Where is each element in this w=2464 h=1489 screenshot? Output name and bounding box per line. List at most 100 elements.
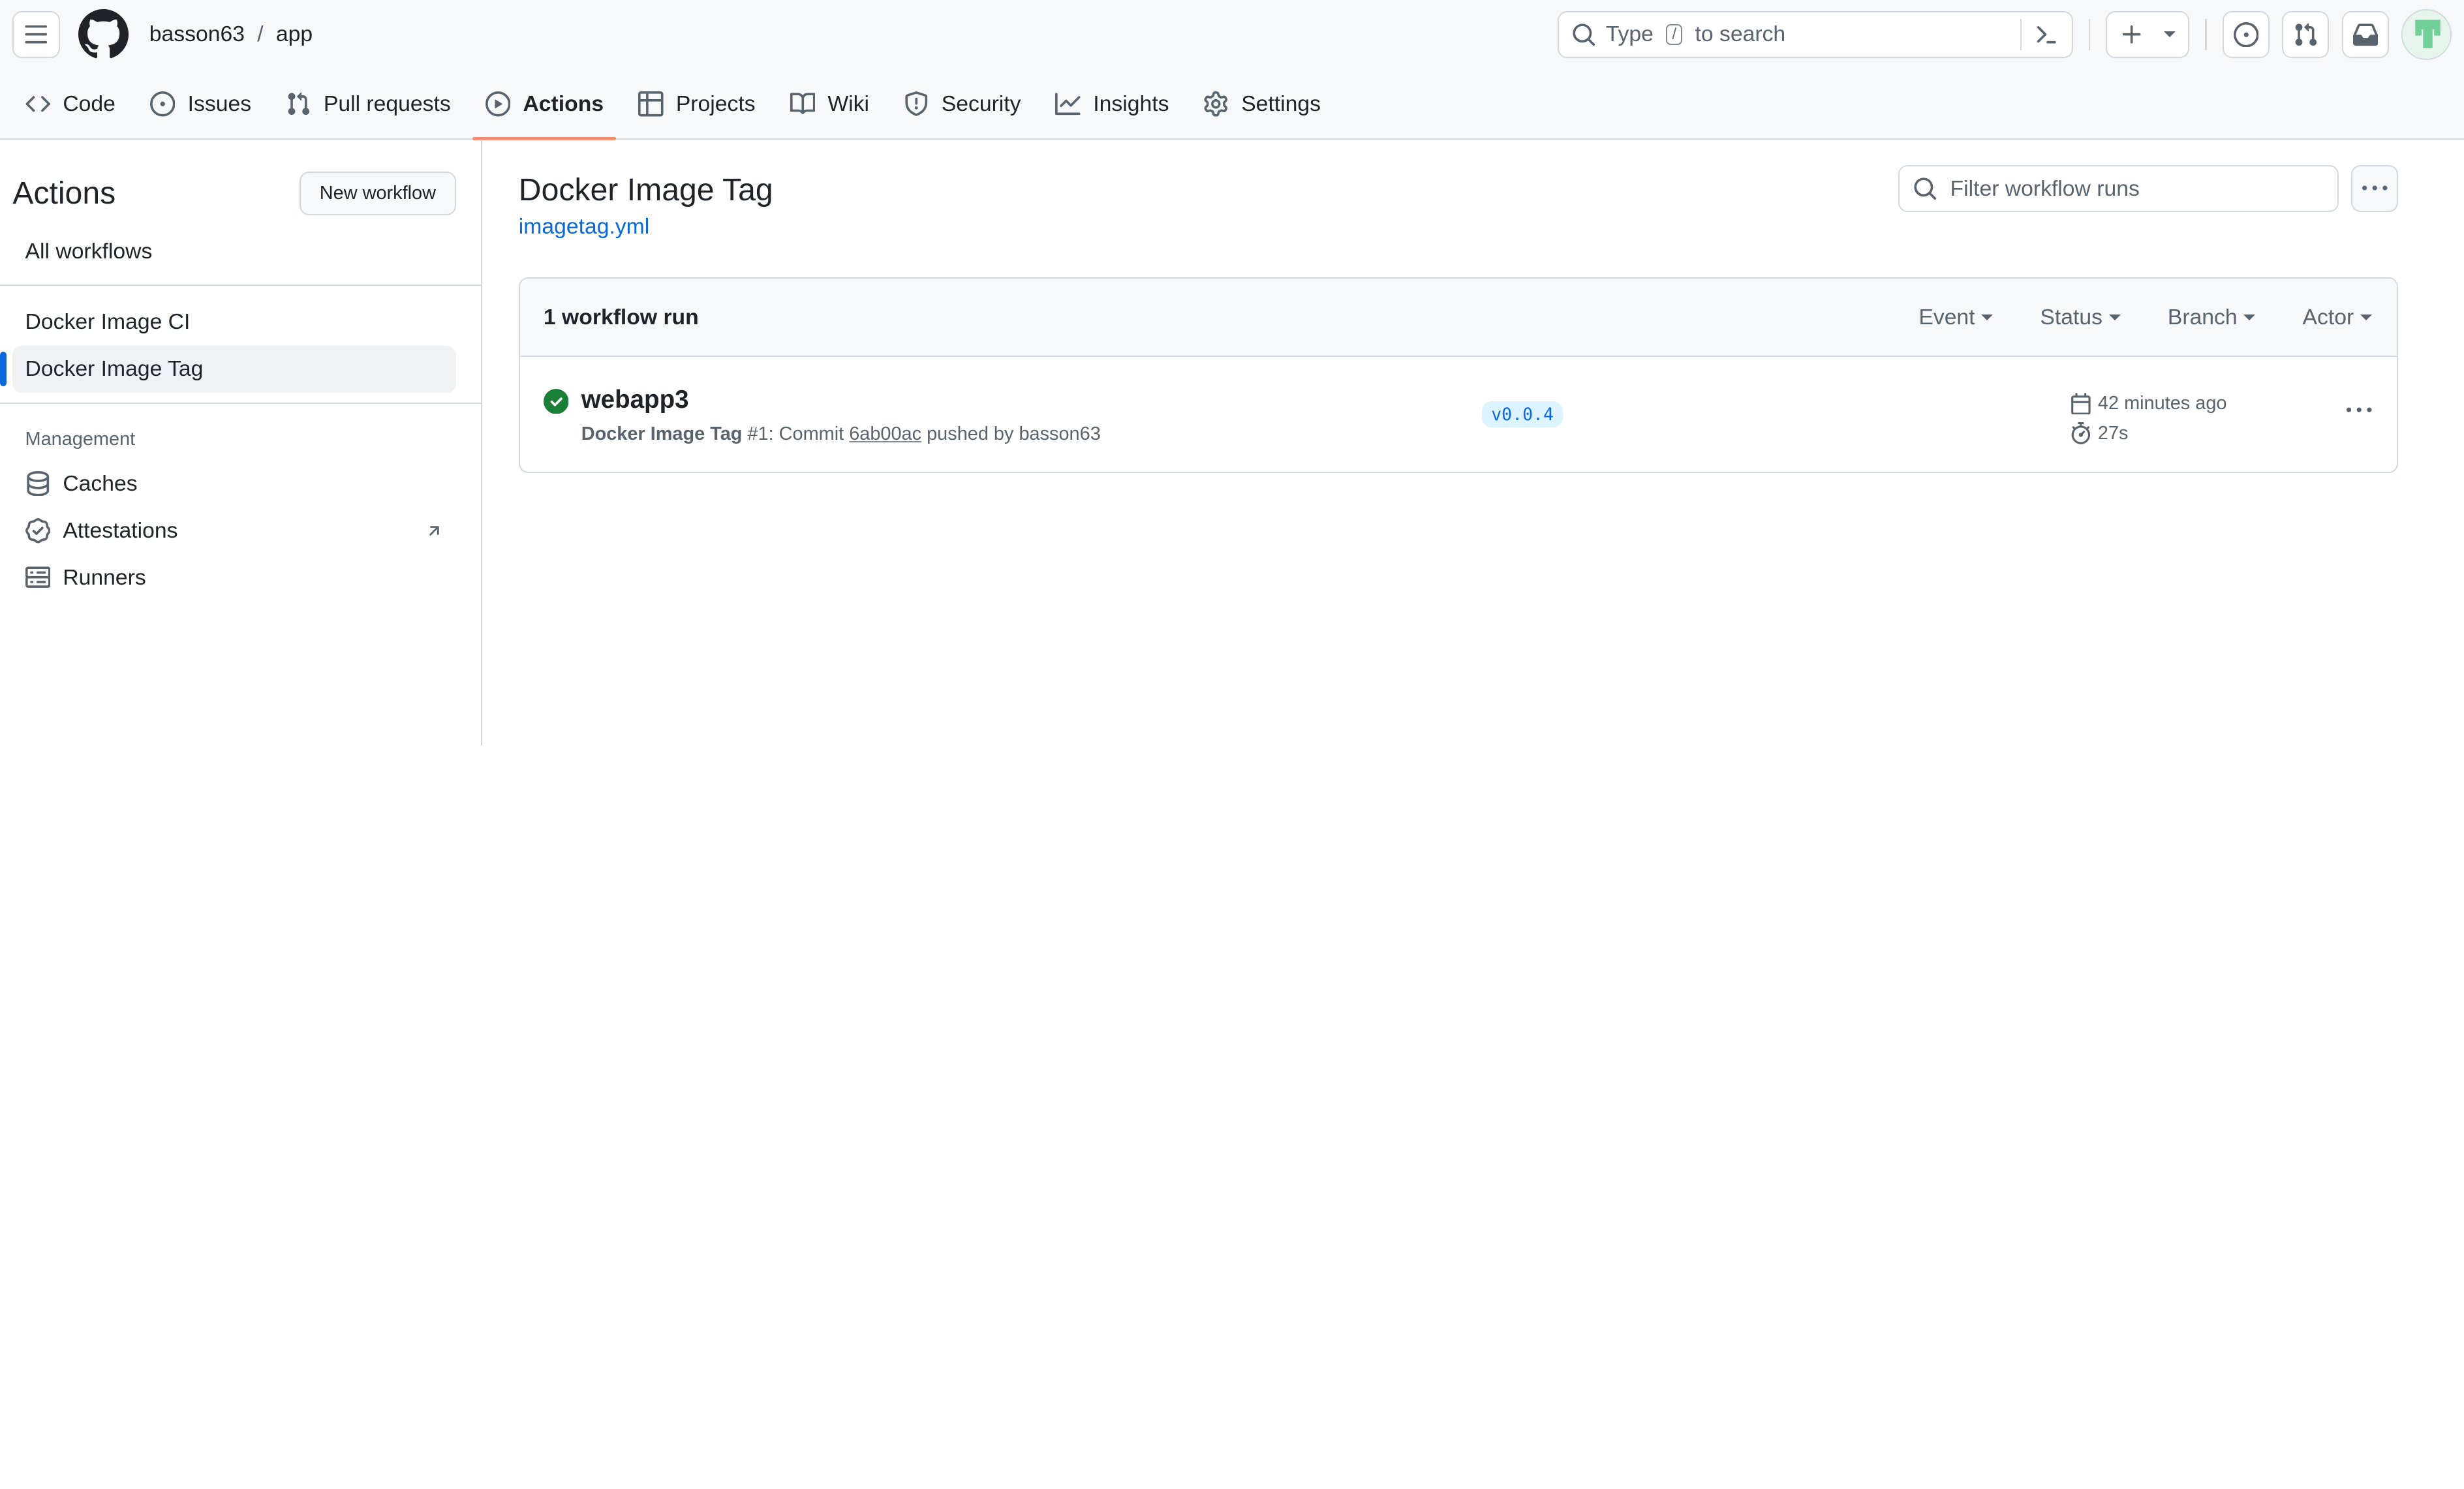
chevron-down-icon — [2360, 314, 2372, 320]
tab-actions[interactable]: Actions — [472, 69, 617, 140]
breadcrumb-separator: / — [257, 22, 264, 47]
tab-code[interactable]: Code — [12, 69, 128, 138]
commit-sha-link[interactable]: 6ab00ac — [849, 423, 921, 444]
stopwatch-icon — [2071, 422, 2090, 444]
code-icon — [25, 96, 50, 112]
chevron-down-icon — [2108, 314, 2121, 320]
play-icon — [485, 91, 511, 117]
sidebar-item-label: Docker Image Tag — [25, 356, 204, 382]
sidebar-item-label: Runners — [63, 565, 146, 590]
filter-label: Status — [2040, 304, 2102, 330]
tab-issues[interactable]: Issues — [138, 69, 264, 138]
inbox-icon[interactable] — [2341, 10, 2389, 59]
run-workflow-name: Docker Image Tag — [581, 423, 743, 445]
chevron-down-icon — [2243, 314, 2256, 320]
tab-label: Pull requests — [323, 91, 451, 116]
plus-icon — [2123, 25, 2141, 44]
tab-settings[interactable]: Settings — [1191, 69, 1333, 138]
tab-label: Insights — [1093, 91, 1169, 116]
menu-icon[interactable] — [12, 10, 60, 59]
create-new-button[interactable] — [2106, 10, 2190, 59]
kebab-horizontal-icon[interactable] — [2347, 398, 2372, 423]
run-meta: Docker Image Tag #1: Commit 6ab00ac push… — [581, 423, 1101, 445]
header-divider — [2205, 18, 2207, 51]
sidebar-title: Actions — [12, 176, 116, 211]
workflow-file-link[interactable]: imagetag.yml — [519, 214, 773, 239]
check-circle-icon — [543, 388, 569, 414]
sidebar-divider — [0, 402, 482, 404]
search-prefix: Type — [1605, 22, 1654, 47]
table-icon — [638, 91, 664, 117]
command-palette-icon[interactable] — [2020, 18, 2059, 51]
arrow-up-right-icon — [429, 526, 439, 536]
filter-placeholder: Filter workflow runs — [1950, 176, 2140, 201]
filter-workflow-runs-input[interactable]: Filter workflow runs — [1898, 164, 2339, 213]
workflow-runs-list: 1 workflow run Event Status Branch Actor… — [518, 277, 2399, 474]
search-icon — [1573, 23, 1595, 46]
sidebar-item-label: Docker Image CI — [25, 309, 191, 335]
run-tag-badge[interactable]: v0.0.4 — [1481, 401, 1563, 428]
tab-projects[interactable]: Projects — [626, 69, 768, 138]
breadcrumb-repo[interactable]: app — [276, 22, 313, 47]
branch-filter-dropdown[interactable]: Branch — [2167, 304, 2256, 330]
tab-wiki[interactable]: Wiki — [777, 69, 882, 138]
workflow-run-row[interactable]: webapp3 Docker Image Tag #1: Commit 6ab0… — [520, 357, 2397, 472]
actor-filter-dropdown[interactable]: Actor — [2303, 305, 2372, 330]
search-shortcut-key: / — [1666, 23, 1683, 46]
gear-icon — [1204, 91, 1228, 117]
new-workflow-button[interactable]: New workflow — [299, 171, 456, 215]
header-divider — [2088, 18, 2091, 51]
verified-icon — [25, 517, 51, 544]
tab-label: Issues — [187, 91, 252, 116]
actions-sidebar: Actions New workflow All workflows Docke… — [0, 140, 483, 745]
kebab-horizontal-icon — [2362, 185, 2388, 191]
run-title-link[interactable]: webapp3 — [581, 386, 1101, 414]
book-icon — [790, 93, 816, 115]
run-duration: 27s — [2097, 422, 2129, 444]
sidebar-item-label: Caches — [63, 470, 138, 496]
chevron-down-icon — [1981, 314, 1994, 320]
issues-icon — [149, 91, 176, 117]
sidebar-section-management: Management — [25, 429, 136, 450]
filter-label: Actor — [2302, 304, 2354, 330]
sidebar-item-docker-image-tag[interactable]: Docker Image Tag — [0, 345, 456, 393]
global-header: basson63 / app Type / to search — [0, 0, 2464, 69]
sidebar-item-label: Attestations — [63, 517, 178, 543]
search-icon — [1914, 177, 1936, 200]
pull-requests-icon[interactable] — [2282, 10, 2330, 59]
issues-icon[interactable] — [2222, 10, 2270, 59]
tab-label: Projects — [675, 91, 756, 116]
chevron-down-icon — [2163, 31, 2176, 37]
tab-security[interactable]: Security — [891, 69, 1034, 138]
repo-nav: Code Issues Pull requests Actions Projec… — [0, 69, 2464, 140]
sidebar-item-caches[interactable]: Caches — [12, 460, 456, 507]
workflow-title: Docker Image Tag — [518, 172, 773, 207]
filter-label: Branch — [2167, 304, 2238, 330]
sidebar-item-docker-image-ci[interactable]: Docker Image CI — [12, 299, 456, 346]
status-filter-dropdown[interactable]: Status — [2040, 304, 2121, 330]
sidebar-item-runners[interactable]: Runners — [12, 554, 456, 601]
tab-label: Wiki — [827, 91, 869, 116]
sidebar-item-label: All workflows — [25, 238, 153, 264]
more-options-button[interactable] — [2351, 164, 2399, 213]
tab-pull-requests[interactable]: Pull requests — [273, 69, 463, 138]
filter-label: Event — [1918, 304, 1975, 330]
run-pushed-by: pushed by basson63 — [927, 423, 1101, 445]
runs-count: 1 workflow run — [543, 304, 699, 330]
global-search[interactable]: Type / to search — [1557, 10, 2073, 59]
workflow-main: Docker Image Tag imagetag.yml Filter wor… — [482, 140, 2464, 744]
run-timing: 42 minutes ago 27s — [2070, 389, 2226, 449]
tab-insights[interactable]: Insights — [1043, 69, 1181, 138]
run-number: #1: Commit — [747, 423, 844, 445]
event-filter-dropdown[interactable]: Event — [1918, 304, 1994, 330]
breadcrumb-owner[interactable]: basson63 — [149, 22, 245, 47]
sidebar-item-attestations[interactable]: Attestations — [12, 507, 456, 554]
breadcrumb: basson63 / app — [149, 22, 313, 47]
tab-label: Security — [941, 91, 1021, 116]
user-avatar[interactable] — [2401, 9, 2452, 60]
graph-icon — [1055, 93, 1081, 115]
tab-label: Code — [63, 91, 116, 116]
sidebar-item-all-workflows[interactable]: All workflows — [12, 228, 456, 275]
github-logo-icon[interactable] — [78, 9, 129, 59]
tab-label: Actions — [523, 91, 604, 116]
